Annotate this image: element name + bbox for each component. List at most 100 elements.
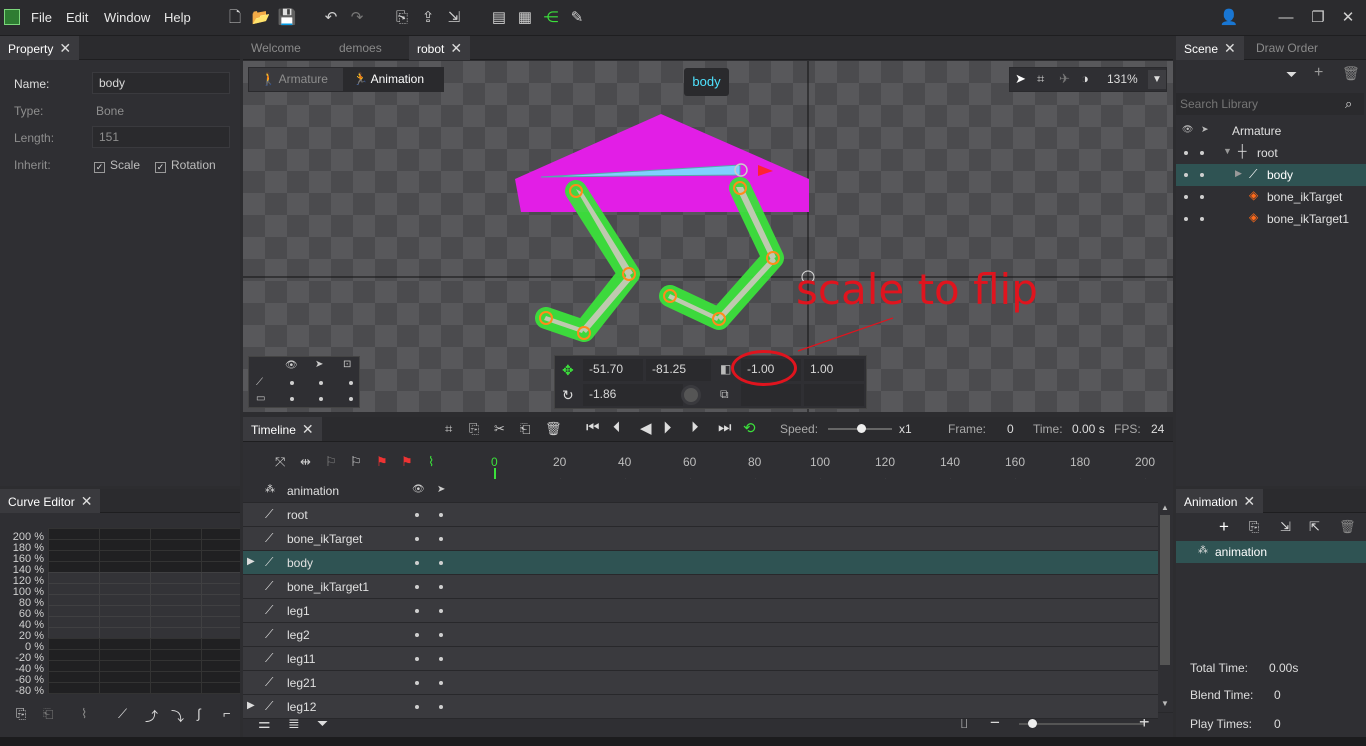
skew-y-field[interactable] [804, 384, 864, 406]
close-icon[interactable]: ✕ [302, 421, 314, 437]
speed-slider[interactable] [828, 424, 892, 433]
tab-welcome[interactable]: Welcome [243, 36, 323, 60]
name-field[interactable]: body [92, 72, 230, 94]
step-curve-icon[interactable]: ⌐ [223, 706, 231, 721]
import-animation-icon[interactable]: ⇲ [1280, 519, 1291, 535]
bone-track-row[interactable]: ⟋ bone_ikTarget1 [243, 575, 1158, 599]
visible-toggle[interactable] [415, 633, 419, 637]
image-select-toggle[interactable] [319, 397, 323, 401]
menu-help[interactable]: Help [164, 10, 191, 25]
tab-timeline[interactable]: Timeline ✕ [243, 417, 322, 441]
rotation-field[interactable]: -1.86 [583, 384, 683, 406]
linear-curve-icon[interactable]: ⟋ [118, 706, 127, 722]
select-tool-icon[interactable]: ➤ [1015, 71, 1026, 87]
expand-row-icon[interactable]: ▶ [247, 556, 255, 567]
play-reverse-icon[interactable]: ◀ [640, 419, 652, 437]
close-icon[interactable]: ✕ [450, 40, 462, 56]
tab-animation[interactable]: Animation ✕ [1176, 489, 1264, 513]
select-toggle[interactable] [439, 537, 443, 541]
position-x-field[interactable]: -51.70 [583, 359, 643, 381]
tree-item-root[interactable]: ▼ ┼ root [1176, 142, 1366, 164]
curve-preset-icon[interactable]: ⌇ [81, 706, 87, 722]
stage-viewport[interactable]: 🚶 Armature 🏃 Animation body ➤ ⌗ ✈ ◑ 131%… [243, 61, 1173, 412]
cut-icon[interactable]: ✂ [494, 421, 505, 437]
delete-animation-icon[interactable]: 🗑 [1339, 519, 1356, 535]
visible-toggle[interactable] [415, 585, 419, 589]
action-flag-icon[interactable]: ⚑ [376, 454, 388, 470]
publish-atlas-icon[interactable]: ▦ [515, 8, 535, 28]
close-icon[interactable]: ✕ [1243, 493, 1255, 509]
menu-file[interactable]: File [31, 10, 52, 25]
visible-toggle[interactable] [415, 561, 419, 565]
bone-track-row[interactable]: ⟋ leg2 [243, 623, 1158, 647]
expand-row-icon[interactable]: ▶ [247, 700, 255, 711]
chevron-down-icon[interactable]: ▼ [1223, 146, 1232, 156]
open-folder-icon[interactable]: 📂 [251, 8, 271, 28]
select-toggle[interactable] [439, 561, 443, 565]
tree-item-bone-iktarget1[interactable]: ◈ bone_ikTarget1 [1176, 208, 1366, 230]
ease-out-curve-icon[interactable]: ⤵ [171, 706, 184, 725]
bone-lock-toggle[interactable] [349, 381, 353, 385]
visible-toggle[interactable] [415, 681, 419, 685]
select-toggle[interactable] [439, 513, 443, 517]
animation-list-item[interactable]: ⁂ animation [1176, 541, 1366, 563]
tab-demoes[interactable]: demoes [331, 36, 390, 60]
length-field[interactable]: 151 [92, 126, 230, 148]
paste-curve-icon[interactable]: ⎗ [43, 706, 53, 722]
export-animation-icon[interactable]: ⇱ [1309, 519, 1320, 535]
close-window-icon[interactable]: ✕ [1338, 8, 1358, 28]
loop-icon[interactable]: ⟲ [743, 419, 756, 437]
visible-toggle[interactable] [415, 705, 419, 709]
scale-y-field[interactable]: 1.00 [804, 359, 864, 381]
visible-toggle[interactable] [415, 537, 419, 541]
next-frame-icon[interactable]: ⏵ [691, 419, 699, 436]
tab-property[interactable]: Property ✕ [0, 36, 80, 60]
tab-curve-editor[interactable]: Curve Editor ✕ [0, 489, 101, 513]
bone-select-toggle[interactable] [319, 381, 323, 385]
close-icon[interactable]: ✕ [81, 493, 93, 509]
bone-tool-icon[interactable]: ✈ [1059, 71, 1070, 87]
bone-visible-toggle[interactable] [290, 381, 294, 385]
position-y-field[interactable]: -81.25 [646, 359, 711, 381]
select-toggle[interactable] [439, 657, 443, 661]
delete-frame-icon[interactable]: 🗑 [545, 421, 562, 437]
bone-track-row[interactable]: ⟋ leg21 [243, 671, 1158, 695]
visible-toggle[interactable] [415, 513, 419, 517]
minimize-icon[interactable]: — [1276, 8, 1296, 28]
bone-track-row[interactable]: ⟋ root [243, 503, 1158, 527]
bone-track-row[interactable]: ⟋ leg11 [243, 647, 1158, 671]
play-times-value[interactable]: 0 [1274, 717, 1281, 731]
inherit-rotation-checkbox[interactable]: ✓ Rotation [155, 158, 216, 173]
bone-track-row[interactable]: ▶ ⟋ body [243, 551, 1158, 575]
menu-window[interactable]: Window [104, 10, 150, 25]
redo-icon[interactable]: ↷ [347, 8, 367, 28]
add-icon[interactable]: + [1314, 64, 1323, 82]
user-icon[interactable]: 👤 [1219, 8, 1239, 28]
close-icon[interactable]: ✕ [59, 40, 71, 56]
export-folder-icon[interactable]: ⇲ [444, 8, 464, 28]
tree-item-bone-iktarget[interactable]: ◈ bone_ikTarget [1176, 186, 1366, 208]
fps-value[interactable]: 24 [1151, 422, 1164, 436]
export-icon[interactable]: ⇪ [418, 8, 438, 28]
select-toggle[interactable] [439, 609, 443, 613]
select-toggle[interactable] [439, 681, 443, 685]
ease-in-curve-icon[interactable]: ⤴ [145, 706, 158, 725]
import-icon[interactable]: ⎘ [392, 8, 412, 28]
curve-toggle-icon[interactable]: ⌇ [428, 454, 434, 470]
animation-mode-button[interactable]: 🏃 Animation [343, 68, 443, 91]
pointer-icon[interactable]: ➤ [437, 484, 445, 495]
inherit-scale-checkbox[interactable]: ✓ Scale [94, 158, 140, 173]
edit-icon[interactable]: ✎ [567, 8, 587, 28]
select-toggle[interactable] [439, 633, 443, 637]
delete-icon[interactable]: 🗑 [1342, 65, 1360, 82]
copy-frame-icon[interactable]: ⎘ [469, 421, 479, 437]
last-frame-icon[interactable]: ⏭ [718, 419, 732, 436]
sound-flag-icon[interactable]: ⚐ [350, 454, 362, 470]
collapse-icon[interactable]: ⇹ [300, 454, 311, 470]
event-flag-icon[interactable]: ⚐ [325, 454, 337, 470]
new-file-icon[interactable]: 🗋 [225, 8, 245, 28]
skew-x-field[interactable] [741, 384, 801, 406]
copy-curve-icon[interactable]: ⎘ [16, 706, 26, 722]
tree-item-body[interactable]: ▶ ⟋ body [1176, 164, 1366, 186]
armature-mode-button[interactable]: 🚶 Armature [249, 68, 343, 91]
